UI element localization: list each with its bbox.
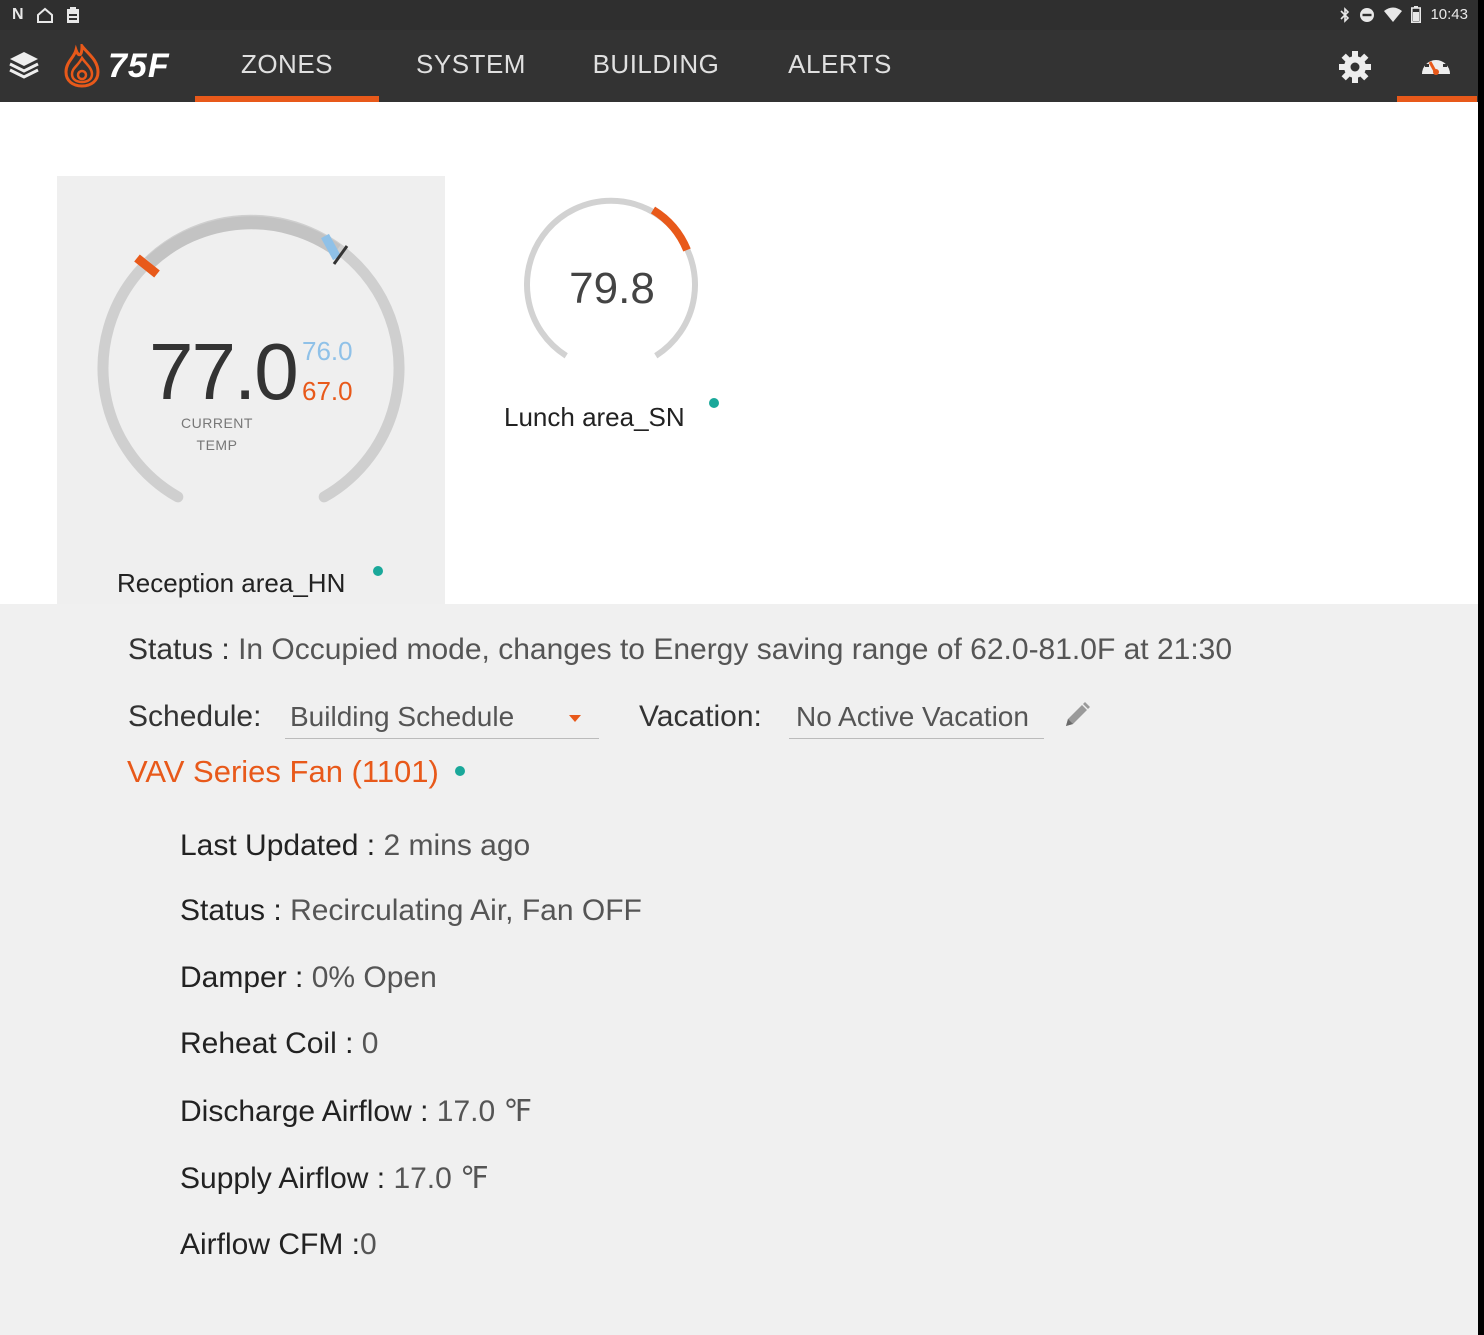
zone-card-reception[interactable]: 77.0 76.0 67.0 CURRENT TEMP Reception ar… — [57, 176, 445, 604]
zone-name: Reception area_HN — [117, 568, 346, 598]
cool-setpoint-marker[interactable] — [321, 233, 341, 261]
vacation-field[interactable]: No Active Vacation — [789, 695, 1044, 739]
zone-name: Lunch area_SN — [504, 402, 685, 432]
schedule-dropdown[interactable]: Building Schedule — [285, 695, 599, 739]
info-status: Status : Recirculating Air, Fan OFF — [180, 894, 642, 927]
info-supply-airflow: Supply Airflow : 17.0 ℉ — [180, 1162, 489, 1195]
dropdown-caret-icon — [569, 715, 581, 722]
zone-status-line: Status : In Occupied mode, changes to En… — [128, 633, 1233, 666]
info-damper: Damper : 0% Open — [180, 961, 437, 994]
current-temp-label: CURRENT TEMP — [181, 415, 253, 453]
info-discharge-airflow: Discharge Airflow : 17.0 ℉ — [180, 1095, 533, 1128]
brand-name: 75F — [108, 46, 170, 85]
bluetooth-icon — [1340, 6, 1350, 23]
home-icon — [36, 7, 53, 23]
zones-panel: 77.0 76.0 67.0 CURRENT TEMP Reception ar… — [0, 102, 1478, 604]
tab-alerts[interactable]: ALERTS — [776, 30, 904, 102]
cool-setpoint-value: 76.0 — [302, 336, 353, 366]
settings-button[interactable] — [1338, 50, 1372, 89]
flame-logo-icon — [64, 44, 100, 88]
equipment-online-dot — [455, 766, 465, 776]
info-airflow-cfm: Airflow CFM :0 — [180, 1228, 377, 1261]
dashboard-button[interactable] — [1397, 30, 1477, 102]
app-window: N 10:43 75F ZONES SYSTEM BUILDING ALERTS… — [0, 0, 1478, 1335]
edit-vacation-button[interactable] — [1062, 700, 1092, 735]
online-status-dot — [373, 566, 383, 576]
status-bar: N 10:43 — [0, 0, 1478, 30]
speedometer-icon — [1422, 56, 1450, 75]
wifi-icon — [1384, 7, 1403, 22]
info-reheat-coil: Reheat Coil : 0 — [180, 1027, 379, 1060]
dial-range-arc — [650, 206, 691, 252]
vacation-label: Vacation: — [639, 700, 762, 733]
gear-icon — [1339, 51, 1371, 83]
clipboard-icon — [66, 6, 79, 23]
nav-bar: 75F ZONES SYSTEM BUILDING ALERTS — [0, 30, 1478, 102]
schedule-label: Schedule: — [128, 700, 262, 733]
current-temp-value: 79.8 — [569, 264, 655, 313]
dnd-icon — [1360, 7, 1375, 22]
clock: 10:43 — [1430, 6, 1468, 23]
tab-system[interactable]: SYSTEM — [400, 30, 542, 102]
dial-range-arc — [145, 216, 341, 268]
equipment-title[interactable]: VAV Series Fan (1101) — [127, 754, 439, 790]
online-status-dot — [709, 398, 719, 408]
info-last-updated: Last Updated : 2 mins ago — [180, 829, 531, 862]
pencil-icon — [1066, 702, 1090, 726]
layers-icon — [9, 52, 39, 79]
n-logo-icon: N — [12, 6, 24, 23]
tab-building[interactable]: BUILDING — [580, 30, 732, 102]
tab-zones[interactable]: ZONES — [195, 30, 379, 102]
brand-logo: 75F — [62, 44, 170, 88]
heat-setpoint-value: 67.0 — [302, 376, 353, 406]
layers-menu-button[interactable] — [8, 50, 40, 85]
current-temp-value: 77.0 — [149, 327, 299, 416]
battery-icon — [1411, 6, 1422, 23]
